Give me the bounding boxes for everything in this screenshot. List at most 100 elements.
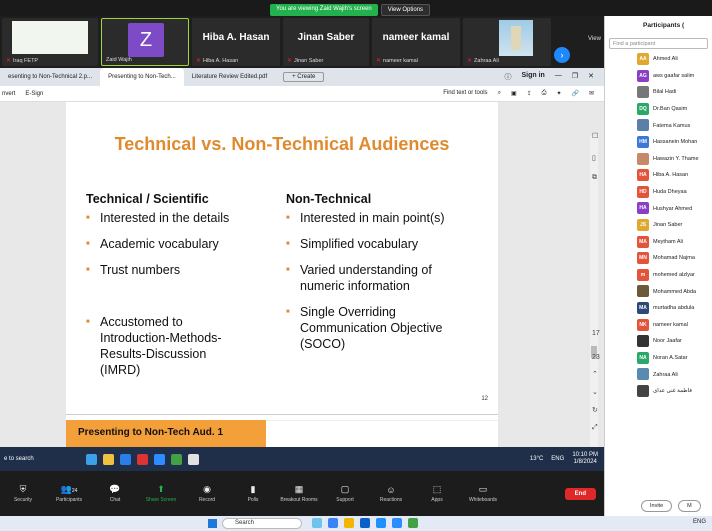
mail-icon[interactable]: ✉ <box>589 90 594 97</box>
participant-row[interactable]: AA Ahmed Ali <box>605 51 712 68</box>
participant-row[interactable]: JS Jinan Saber <box>605 217 712 234</box>
app-icon[interactable] <box>312 518 322 528</box>
participant-row[interactable]: فاطمة غنى عداى <box>605 383 712 400</box>
comment-icon[interactable]: ☐ <box>592 132 598 140</box>
zoom-icon[interactable] <box>154 453 165 465</box>
participant-row[interactable]: Mohammed Abda <box>605 283 712 300</box>
participant-row[interactable]: MA Meytham Ali <box>605 234 712 251</box>
convert-button[interactable]: nvert <box>2 91 15 97</box>
highlight-icon[interactable]: ▯ <box>592 154 596 162</box>
video-tile[interactable]: Jinan Saber ✕ Jinan Saber <box>283 18 369 66</box>
screen-share-banner: You are viewing Zaid Wajih's screen View… <box>270 4 430 16</box>
end-meeting-button[interactable]: End <box>564 487 596 500</box>
participant-row[interactable]: NK nameer kamal <box>605 317 712 334</box>
participant-row[interactable]: HM Hassanein Mohan <box>605 134 712 151</box>
apps-button[interactable]: ⬚ Apps <box>414 484 460 503</box>
share-screen-button[interactable]: ⬆ Share Screen <box>138 484 184 503</box>
video-tile[interactable]: ✕ Iraq FETP <box>2 18 98 66</box>
view-button[interactable]: View <box>588 36 601 42</box>
participant-row[interactable]: Noor Jaafar <box>605 333 712 350</box>
record-button[interactable]: ◉ Record <box>184 484 230 503</box>
maximize-icon[interactable]: ❐ <box>572 72 578 82</box>
video-tile[interactable]: ✕ Zahraa Ali <box>463 18 551 66</box>
chrome-icon[interactable] <box>171 453 182 465</box>
minimize-icon[interactable]: — <box>555 72 562 82</box>
edge-icon[interactable] <box>376 518 386 528</box>
store-icon[interactable] <box>360 518 370 528</box>
search-input[interactable]: Find a participant <box>609 38 708 49</box>
language[interactable]: ENG <box>551 456 564 462</box>
avatar: HA <box>637 202 649 215</box>
find-tools-button[interactable]: Find text or tools <box>443 90 487 97</box>
participant-row[interactable]: AG aws gaafar salim <box>605 68 712 85</box>
breakout-rooms-button[interactable]: ▦ Breakout Rooms <box>276 484 322 503</box>
reactions-button[interactable]: ☺ Reactions <box>368 485 414 503</box>
video-tile[interactable]: Z Zaid Wajih <box>101 18 189 66</box>
video-tile[interactable]: nameer kamal ✕ nameer kamal <box>372 18 460 66</box>
security-button[interactable]: ⛨ Security <box>0 484 46 503</box>
link-icon[interactable]: 🔗 <box>571 90 578 97</box>
print-icon[interactable]: ⎙ <box>542 90 547 97</box>
participant-name: mohemed alzlyar <box>653 272 695 279</box>
page-down-icon[interactable]: ⌄ <box>592 388 598 396</box>
list-item: Varied understanding of numeric informat… <box>286 262 466 294</box>
share-icon[interactable]: ⇪ <box>527 90 532 97</box>
avatar <box>637 384 649 397</box>
participant-row[interactable]: m mohemed alzlyar <box>605 267 712 284</box>
zoom-icon[interactable] <box>392 518 402 528</box>
polls-button[interactable]: ▮ Polls <box>230 484 276 503</box>
taskbar-search[interactable]: Search <box>222 518 302 529</box>
app-icon[interactable] <box>188 453 199 465</box>
invite-button[interactable]: Invite <box>641 500 673 512</box>
participant-row[interactable]: Hawazin Y. Thame <box>605 151 712 168</box>
rotate-icon[interactable]: ↻ <box>592 406 598 414</box>
ai-assistant-icon[interactable]: ✦ <box>556 90 561 97</box>
tab-presentation-2[interactable]: Presenting to Non-Tech... <box>100 68 184 86</box>
participant-row[interactable]: MA murtadha abdula <box>605 300 712 317</box>
esign-button[interactable]: E-Sign <box>25 91 43 97</box>
participants-button[interactable]: 👥24 Participants <box>46 484 92 503</box>
search-icon[interactable]: ⌕ <box>498 90 501 97</box>
participant-row[interactable]: Zahraa Ali <box>605 366 712 383</box>
mute-all-button[interactable]: M <box>678 500 701 512</box>
save-icon[interactable]: ▣ <box>511 90 517 97</box>
participant-row[interactable]: NA Noran A.Satar <box>605 350 712 367</box>
copy-icon[interactable]: ⧉ <box>592 174 597 182</box>
participant-row[interactable]: HD Huda Dheyaa <box>605 184 712 201</box>
support-button[interactable]: ▢ Support <box>322 484 368 503</box>
folder-icon[interactable] <box>103 453 114 465</box>
participant-row[interactable]: DQ Dr.Ban Qasim <box>605 101 712 118</box>
app-icon[interactable] <box>328 518 338 528</box>
tab-literature-review[interactable]: Literature Review Edited.pdf <box>184 74 275 80</box>
chat-button[interactable]: 💬 Chat <box>92 484 138 503</box>
weather-temp[interactable]: 13°C <box>530 456 543 462</box>
folder-icon[interactable] <box>344 518 354 528</box>
clock[interactable]: 10:10 PM 1/8/2024 <box>572 452 598 466</box>
participant-row[interactable]: Bilal Hadi <box>605 84 712 101</box>
avatar: MN <box>637 252 649 265</box>
participant-row[interactable]: Fatema Kamus <box>605 117 712 134</box>
windows-start-icon[interactable] <box>208 519 217 528</box>
taskbar-search[interactable]: e to search <box>0 456 70 462</box>
chrome-icon[interactable] <box>408 518 418 528</box>
sign-in-button[interactable]: Sign in <box>522 72 545 82</box>
whiteboards-button[interactable]: ▭ Whiteboards <box>460 484 506 503</box>
language[interactable]: ENG <box>693 519 706 525</box>
next-page-arrow-icon[interactable]: › <box>554 47 570 63</box>
close-icon[interactable]: ✕ <box>588 72 594 82</box>
page-up-icon[interactable]: ⌃ <box>592 370 598 378</box>
view-options-button[interactable]: View Options <box>380 4 430 16</box>
video-tile[interactable]: Hiba A. Hasan ✕ Hiba A. Hasan <box>192 18 280 66</box>
current-page[interactable]: 17 <box>592 330 600 337</box>
create-button[interactable]: + Create <box>283 72 325 82</box>
participant-row[interactable]: MN Mohamad Najma <box>605 250 712 267</box>
store-icon[interactable] <box>120 453 131 465</box>
tab-presentation-1[interactable]: esenting to Non-Technical 2.p... <box>0 74 100 80</box>
fit-page-icon[interactable]: ⤢ <box>592 424 598 432</box>
help-icon[interactable]: ⓘ <box>505 72 512 82</box>
participant-row[interactable]: HA Hiba A. Hasan <box>605 167 712 184</box>
document-viewer[interactable]: Technical vs. Non-Technical Audiences Te… <box>0 102 604 481</box>
participant-row[interactable]: HA Hushyar Ahmed <box>605 200 712 217</box>
app-icon[interactable] <box>86 453 97 465</box>
pdf-app-icon[interactable] <box>137 453 148 465</box>
